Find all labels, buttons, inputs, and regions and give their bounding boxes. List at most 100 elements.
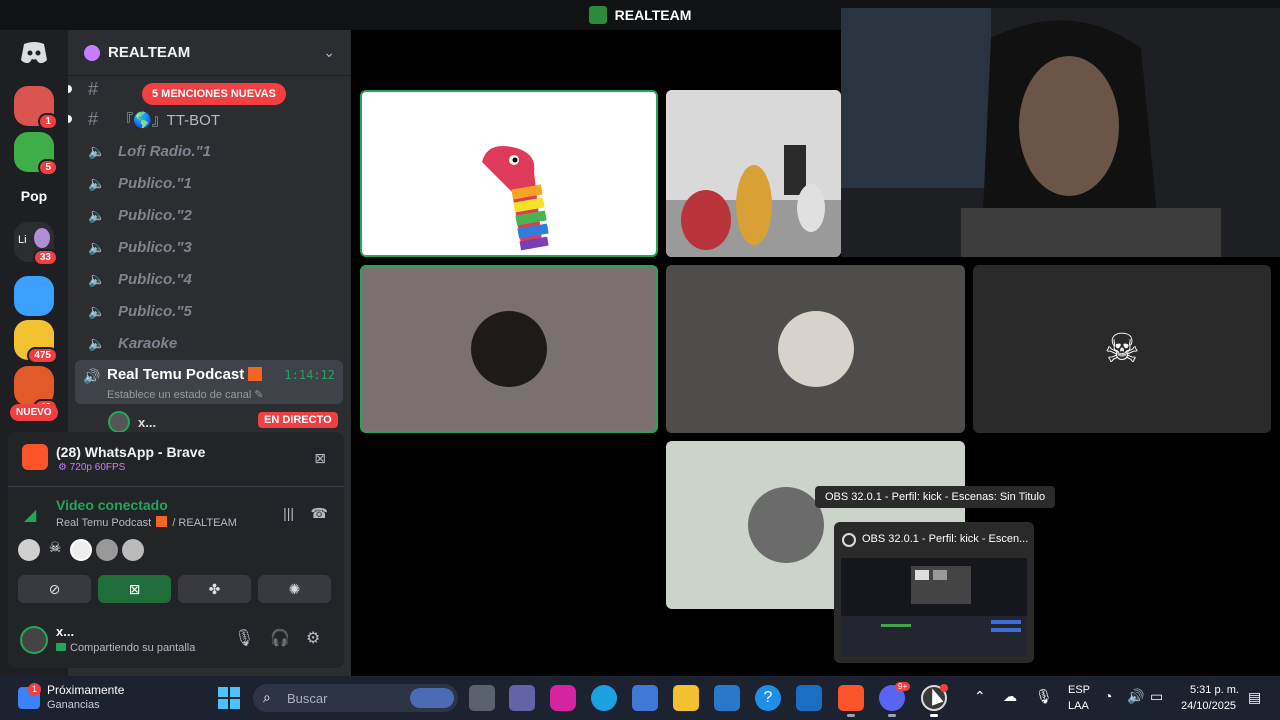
clock-time[interactable]: 5:31 p. m. bbox=[1190, 684, 1239, 696]
cloud-icon[interactable]: ☁ bbox=[1003, 688, 1017, 705]
user-status: Compartiendo su pantalla bbox=[56, 642, 195, 654]
activities-button[interactable]: ✤ bbox=[178, 575, 251, 603]
video-tile-user-1[interactable] bbox=[360, 265, 658, 433]
meet-icon[interactable] bbox=[509, 685, 535, 711]
volume-icon[interactable]: 🔊 bbox=[1127, 688, 1144, 705]
help-icon[interactable]: ? bbox=[755, 685, 781, 711]
obs-window-preview[interactable]: OBS 32.0.1 - Perfil: kick - Escen... bbox=[834, 522, 1034, 663]
search-highlight-image bbox=[410, 688, 454, 708]
folder-icon[interactable] bbox=[673, 685, 699, 711]
avatar bbox=[108, 411, 130, 433]
stop-stream-icon[interactable]: ⊠ bbox=[314, 450, 326, 467]
channel-status-prompt[interactable]: Establece un estado de canal ✎ bbox=[107, 388, 335, 401]
chevron-down-icon[interactable]: ⌄ bbox=[323, 44, 335, 61]
voice-member[interactable]: x... bbox=[108, 411, 156, 433]
screen-share-button[interactable]: ⊠ bbox=[98, 575, 171, 603]
guild-icon bbox=[84, 44, 100, 61]
server-icon-realteam[interactable]: 5 bbox=[14, 132, 58, 176]
avatar bbox=[18, 539, 40, 561]
webcam-overlay bbox=[841, 8, 1280, 257]
obs-tooltip: OBS 32.0.1 - Perfil: kick - Escenas: Sin… bbox=[815, 486, 1056, 508]
soundboard-button[interactable]: ✺ bbox=[258, 575, 331, 603]
server-icon-li[interactable]: Li 33 bbox=[14, 222, 58, 266]
live-badge: EN DIRECTO bbox=[258, 412, 338, 428]
sock-puppet-image bbox=[482, 146, 549, 251]
server-icon-anime[interactable]: 1 bbox=[14, 86, 58, 130]
battery-icon[interactable]: ▭ bbox=[1150, 688, 1163, 705]
disconnect-icon[interactable]: ☎ bbox=[311, 505, 328, 522]
windows-start-icon[interactable] bbox=[218, 687, 240, 709]
hash-icon: # bbox=[88, 78, 99, 99]
channel-label: Publico."2 bbox=[118, 206, 192, 224]
channel-lofi-radio[interactable]: 🔈 Lofi Radio."1 bbox=[76, 136, 346, 166]
wifi-icon[interactable]: ◔ bbox=[1104, 688, 1112, 704]
signal-icon[interactable]: ◢ bbox=[24, 505, 36, 525]
obs-window-title: OBS 32.0.1 - Perfil: kick - Escen... bbox=[862, 533, 1029, 545]
channel-label: Karaoke bbox=[118, 334, 178, 352]
brave-icon bbox=[22, 444, 48, 470]
hp-icon[interactable] bbox=[714, 685, 740, 711]
channel-name: Real Temu Podcast bbox=[107, 366, 245, 383]
app-icon[interactable] bbox=[796, 685, 822, 711]
video-tile-user-2[interactable] bbox=[666, 265, 965, 433]
stream-quality: ⚙ 720p 60FPS bbox=[58, 462, 126, 473]
active-indicator bbox=[930, 714, 938, 717]
speaker-icon: 🔈 bbox=[88, 142, 106, 159]
avatar bbox=[122, 539, 144, 561]
edge-icon[interactable] bbox=[591, 685, 617, 711]
channel-publico-2[interactable]: 🔈 Publico."2 bbox=[76, 200, 346, 230]
gear-icon[interactable]: ⚙ bbox=[306, 628, 320, 648]
active-voice-channel[interactable]: 🔊 Real Temu Podcast 1:14:12 Establece un… bbox=[75, 360, 343, 404]
chevron-up-icon[interactable]: ⌃ bbox=[974, 688, 986, 705]
noise-suppression-icon[interactable]: ||| bbox=[283, 505, 294, 521]
taskbar-search[interactable]: ⌕ Buscar bbox=[253, 684, 458, 712]
speaker-icon: 🔈 bbox=[88, 206, 106, 223]
input-layout[interactable]: LAA bbox=[1068, 700, 1089, 712]
notification-icon[interactable]: ▤ bbox=[1248, 689, 1261, 706]
mentions-pill[interactable]: 5 MENCIONES NUEVAS bbox=[142, 83, 286, 105]
search-icon: ⌕ bbox=[263, 689, 271, 705]
connection-status: Video conectado bbox=[56, 497, 168, 513]
news-subtitle[interactable]: Ganancias bbox=[47, 699, 100, 711]
channel-publico-4[interactable]: 🔈 Publico."4 bbox=[76, 264, 346, 294]
recording-indicator bbox=[940, 684, 948, 692]
speaker-icon: 🔈 bbox=[88, 334, 106, 351]
task-view-icon[interactable] bbox=[469, 685, 495, 711]
brave-icon[interactable] bbox=[838, 685, 864, 711]
server-icon-pop[interactable]: Pop bbox=[14, 188, 54, 204]
discord-home-icon[interactable] bbox=[14, 40, 54, 66]
channel-label: Publico."4 bbox=[118, 270, 192, 288]
avatar bbox=[96, 539, 118, 561]
store-icon[interactable] bbox=[632, 685, 658, 711]
server-icon-avatar[interactable] bbox=[14, 276, 54, 316]
video-tile-room[interactable] bbox=[666, 90, 841, 257]
input-language[interactable]: ESP bbox=[1068, 684, 1090, 696]
microphone-icon[interactable]: 🎙 bbox=[1035, 688, 1053, 705]
news-title[interactable]: Próximamente bbox=[47, 683, 124, 697]
speaker-icon: 🔈 bbox=[88, 174, 106, 191]
video-tile-sock-puppet[interactable] bbox=[360, 90, 658, 257]
avatar[interactable] bbox=[20, 626, 48, 654]
connection-channel[interactable]: Real Temu Podcast / REALTEAM bbox=[56, 516, 237, 529]
server-icon-yellow[interactable]: 475 bbox=[14, 320, 58, 364]
channel-publico-1[interactable]: 🔈 Publico."1 bbox=[76, 168, 346, 198]
microphone-icon[interactable]: 🎙 bbox=[234, 628, 254, 648]
voice-connection-panel: ◢ Video conectado Real Temu Podcast / RE… bbox=[8, 486, 344, 610]
clock-date[interactable]: 24/10/2025 bbox=[1181, 700, 1236, 712]
instagram-icon[interactable] bbox=[550, 685, 576, 711]
channel-tt-bot[interactable]: # 『🌎』TT-BOT bbox=[68, 104, 346, 134]
headphones-icon[interactable]: 🎧 bbox=[270, 628, 290, 648]
speaker-icon: 🔊 bbox=[83, 368, 101, 384]
window-title: REALTEAM bbox=[614, 7, 692, 23]
camera-off-button[interactable]: ⊘ bbox=[18, 575, 91, 603]
webcam-image bbox=[841, 8, 1280, 257]
news-widget[interactable]: 1 bbox=[18, 683, 48, 713]
channel-publico-3[interactable]: 🔈 Publico."3 bbox=[76, 232, 346, 262]
guild-header[interactable]: REALTEAM ⌄ bbox=[68, 30, 351, 76]
server-icon-orange[interactable]: 42 bbox=[14, 366, 58, 416]
video-tile-user-3[interactable]: ☠ bbox=[973, 265, 1271, 433]
speaker-icon: 🔈 bbox=[88, 302, 106, 319]
stream-panel: (28) WhatsApp - Brave ⚙ 720p 60FPS ⊠ bbox=[8, 432, 344, 486]
channel-publico-5[interactable]: 🔈 Publico."5 bbox=[76, 296, 346, 326]
channel-karaoke[interactable]: 🔈 Karaoke bbox=[76, 328, 346, 358]
